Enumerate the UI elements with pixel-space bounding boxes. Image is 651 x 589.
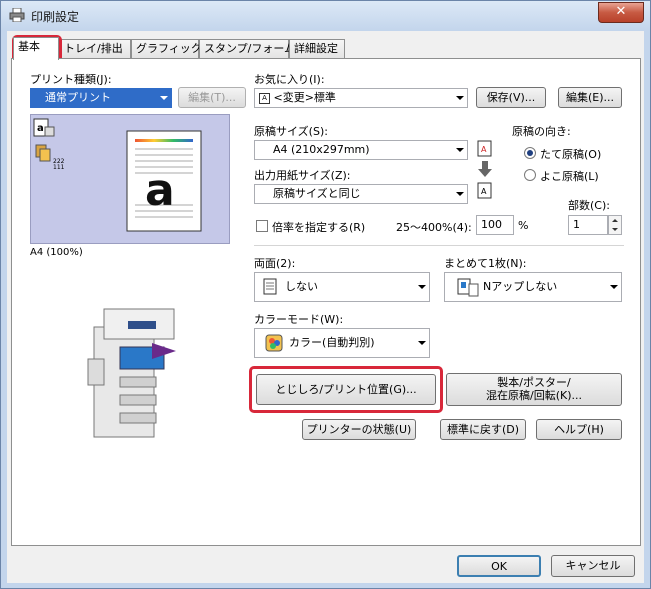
orientation-label: 原稿の向き: <box>512 125 571 138</box>
svg-text:a: a <box>145 165 175 216</box>
output-size-select[interactable]: 原稿サイズと同じ <box>254 184 468 204</box>
dialog-client: 基本 トレイ/排出 グラフィックス スタンプ/フォーム 詳細設定 プリント種類(… <box>7 31 644 583</box>
favorites-edit-button[interactable]: 編集(E)... <box>558 87 622 108</box>
zoom-checkbox-label: 倍率を指定する(R) <box>272 221 366 234</box>
binding-position-button[interactable]: とじしろ/プリント位置(G)... <box>256 374 436 405</box>
copies-badge: 222 111 <box>53 158 65 171</box>
ok-button[interactable]: OK <box>457 555 541 577</box>
favorites-save-button[interactable]: 保存(V)... <box>476 87 546 108</box>
zoom-unit: % <box>518 219 529 232</box>
landscape-label: よこ原稿(L) <box>540 170 599 183</box>
color-mode-select[interactable]: カラー(自動判別) <box>254 328 430 358</box>
chevron-down-icon <box>418 341 426 345</box>
divider <box>254 245 624 246</box>
chevron-down-icon <box>160 96 168 100</box>
tab-graphics[interactable]: グラフィックス <box>131 39 212 58</box>
print-type-edit-button[interactable]: 編集(T)... <box>178 87 246 108</box>
svg-text:A: A <box>481 187 487 196</box>
original-size-value: A4 (210x297mm) <box>273 143 370 156</box>
tab-basic[interactable]: 基本 <box>13 37 59 60</box>
printer-icon <box>9 8 25 22</box>
nup-pages-icon <box>457 278 479 297</box>
booklet-line-1: 製本/ポスター/ <box>497 376 571 389</box>
cancel-button[interactable]: キャンセル <box>551 555 635 577</box>
landscape-radio[interactable] <box>524 169 536 181</box>
zoom-checkbox[interactable] <box>256 220 268 232</box>
chevron-down-icon <box>456 96 464 100</box>
tab-tray-output[interactable]: トレイ/排出 <box>59 39 131 58</box>
svg-text:A: A <box>481 145 487 154</box>
duplex-label: 両面(2): <box>254 257 296 270</box>
chevron-down-icon <box>456 148 464 152</box>
preview-caption: A4 (100%) <box>30 247 83 258</box>
chevron-down-icon <box>610 285 618 289</box>
original-size-label: 原稿サイズ(S): <box>254 125 328 138</box>
print-type-value: 通常プリント <box>45 91 111 104</box>
color-palette-icon <box>265 334 283 352</box>
favorites-select[interactable]: A <変更>標準 <box>254 88 468 108</box>
favorites-label: お気に入り(I): <box>254 73 325 86</box>
page-preview: a a 222 111 <box>30 114 230 244</box>
title-bar[interactable]: 印刷設定 ✕ <box>1 1 650 29</box>
tab-advanced[interactable]: 詳細設定 <box>289 39 345 58</box>
zoom-input[interactable]: 100 <box>476 215 514 235</box>
printer-status-button[interactable]: プリンターの状態(U) <box>302 419 416 440</box>
basic-panel: プリント種類(J): 通常プリント 編集(T)... a a 222 111 A… <box>11 58 641 546</box>
copies-label: 部数(C): <box>568 199 610 212</box>
nup-value: Nアップしない <box>483 280 558 293</box>
color-mode-value: カラー(自動判別) <box>289 336 375 349</box>
booklet-poster-button[interactable]: 製本/ポスター/ 混在原稿/回転(K)... <box>446 373 622 406</box>
portrait-label: たて原稿(O) <box>540 148 602 161</box>
print-type-select[interactable]: 通常プリント <box>30 88 172 108</box>
copies-input[interactable]: 1 <box>568 215 608 235</box>
document-icon: A <box>259 92 270 104</box>
original-size-select[interactable]: A4 (210x297mm) <box>254 140 468 160</box>
color-mode-label: カラーモード(W): <box>254 313 344 326</box>
booklet-line-2: 混在原稿/回転(K)... <box>486 389 582 402</box>
window-title: 印刷設定 <box>31 10 80 24</box>
restore-default-button[interactable]: 標準に戻す(D) <box>440 419 526 440</box>
preview-graphic: a a <box>33 118 202 232</box>
chevron-down-icon <box>418 285 426 289</box>
copies-spinner[interactable] <box>608 215 622 235</box>
svg-text:a: a <box>37 123 44 134</box>
output-size-value: 原稿サイズと同じ <box>273 187 361 200</box>
duplex-value: しない <box>285 280 318 293</box>
close-button[interactable]: ✕ <box>598 2 644 23</box>
printer-illustration-icon <box>87 308 176 438</box>
nup-select[interactable]: Nアップしない <box>444 272 622 302</box>
help-button[interactable]: ヘルプ(H) <box>536 419 622 440</box>
portrait-radio[interactable] <box>524 147 536 159</box>
duplex-select[interactable]: しない <box>254 272 430 302</box>
chevron-down-icon <box>456 192 464 196</box>
print-settings-window: 印刷設定 ✕ 基本 トレイ/排出 グラフィックス スタンプ/フォーム 詳細設定 … <box>0 0 651 589</box>
tab-stamp-form[interactable]: スタンプ/フォーム <box>199 39 295 58</box>
print-type-label: プリント種類(J): <box>30 73 112 86</box>
page-icon <box>263 278 277 295</box>
favorites-value: <変更>標準 <box>273 91 336 104</box>
output-size-label: 出力用紙サイズ(Z): <box>254 169 351 182</box>
nup-label: まとめて1枚(N): <box>444 257 527 270</box>
zoom-range-label: 25〜400%(4): <box>396 221 472 234</box>
size-conversion-icon: A A <box>477 140 492 199</box>
